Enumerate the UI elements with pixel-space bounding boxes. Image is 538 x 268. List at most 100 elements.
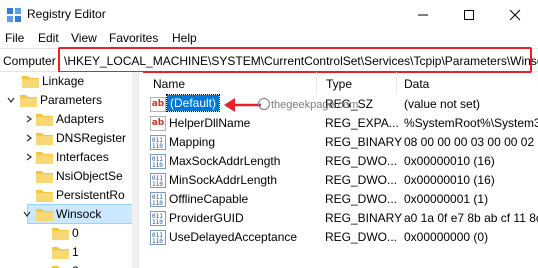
folder-icon [36, 133, 53, 145]
chevron-right-icon[interactable] [25, 153, 33, 161]
title-bar: Registry Editor [0, 0, 538, 30]
menu-file[interactable]: File [5, 31, 24, 45]
folder-icon [36, 114, 53, 126]
value-data: a0 1a 0f e7 8b ab cf 11 8c [404, 211, 538, 225]
tree-item-nsiobjectse[interactable]: NsiObjectSe [0, 166, 137, 186]
tree-item-label: Winsock [56, 207, 102, 221]
svg-text:110: 110 [152, 143, 163, 150]
binary-value-icon: 011110 [150, 154, 166, 169]
chevron-down-icon[interactable] [7, 96, 15, 104]
folder-icon [22, 76, 39, 88]
value-data: (value not set) [404, 97, 481, 111]
value-type: REG_BINARY [325, 135, 403, 149]
tree-item-label: Linkage [42, 74, 85, 88]
tree-item-label: Adapters [56, 112, 105, 126]
string-value-icon: ab [150, 116, 166, 131]
value-row-usedelayedacceptance[interactable]: 011 110 UseDelayedAcceptance REG_DWO... 0… [143, 228, 538, 247]
value-row-offlinecapable[interactable]: 011 110 OfflineCapable REG_DWO... 0x00000… [143, 190, 538, 209]
address-highlight-annotation [58, 47, 532, 73]
folder-icon [36, 152, 53, 164]
tree-item-interfaces[interactable]: Interfaces [0, 147, 137, 167]
menu-bar: File Edit View Favorites Help [0, 30, 538, 48]
value-data: 08 00 00 00 03 00 00 02 [404, 135, 535, 149]
watermark: thegeekpage.com [258, 98, 358, 111]
address-prefix: Computer [3, 54, 56, 68]
column-header-type[interactable]: Type [317, 72, 397, 94]
folder-icon [36, 171, 53, 183]
menu-view[interactable]: View [71, 31, 97, 45]
value-type: REG_DWO... [325, 173, 398, 187]
tree-item-label: Interfaces [56, 150, 109, 164]
binary-value-icon: 011110 [150, 173, 166, 188]
value-name: UseDelayedAcceptance [169, 230, 298, 244]
value-name: (Default) [165, 94, 221, 112]
registry-editor-icon [7, 8, 21, 22]
binary-value-icon: 011110 [150, 230, 166, 245]
folder-icon [52, 266, 69, 268]
tree-item-adapters[interactable]: Adapters [0, 109, 137, 129]
value-type: REG_DWO... [325, 230, 398, 244]
value-data: 0x00000010 (16) [404, 154, 495, 168]
svg-text:110: 110 [152, 162, 163, 169]
value-data: 0x00000010 (16) [404, 173, 495, 187]
tree-item-2[interactable]: 2 [0, 261, 137, 268]
minimize-button[interactable] [400, 0, 446, 30]
value-type: REG_DWO... [325, 192, 398, 206]
folder-open-icon [20, 95, 37, 107]
value-row-maxsockaddrlength[interactable]: 011 110 MaxSockAddrLength REG_DWO... 0x00… [143, 152, 538, 171]
tree-item-label: PersistentRo [56, 188, 125, 202]
binary-value-icon: 011110 [150, 192, 166, 207]
tree-item-persistentro[interactable]: PersistentRo [0, 185, 137, 205]
window-title: Registry Editor [27, 7, 106, 21]
tree-item-0[interactable]: 0 [0, 223, 137, 243]
tree-item-parameters[interactable]: Parameters [0, 90, 137, 110]
tree-item-label: 2 [72, 264, 79, 268]
maximize-button[interactable] [446, 0, 492, 30]
svg-text:110: 110 [152, 181, 163, 188]
column-header-name[interactable]: Name [143, 72, 317, 94]
column-header-data[interactable]: Data [397, 72, 538, 94]
minimize-icon [418, 14, 428, 16]
svg-text:110: 110 [152, 238, 163, 245]
tree-item-label: Parameters [40, 93, 103, 107]
value-row-helperdllname[interactable]: ab HelperDllName REG_EXPA... %SystemRoot… [143, 114, 538, 133]
binary-value-icon: 011110 [150, 135, 166, 150]
value-type: REG_BINARY [325, 211, 403, 225]
value-name: ProviderGUID [169, 211, 244, 225]
tree-item-label: 0 [72, 226, 79, 240]
watermark-text: thegeekpage.com [271, 99, 359, 111]
tree-item-linkage[interactable]: Linkage [0, 72, 137, 91]
value-name: OfflineCapable [169, 192, 249, 206]
binary-value-icon: 011110 [150, 211, 166, 226]
menu-edit[interactable]: Edit [38, 31, 59, 45]
tree-item-1[interactable]: 1 [0, 242, 137, 262]
value-row-mapping[interactable]: 011 110 Mapping REG_BINARY 08 00 00 00 03… [143, 133, 538, 152]
value-row-minsockaddrlength[interactable]: 011 110 MinSockAddrLength REG_DWO... 0x00… [143, 171, 538, 190]
value-data: 0x00000001 (1) [404, 192, 489, 206]
value-data: 0x00000000 (0) [404, 230, 489, 244]
value-name: HelperDllName [169, 116, 251, 130]
tree-item-winsock[interactable]: Winsock [0, 204, 137, 224]
svg-text:110: 110 [152, 200, 163, 207]
menu-favorites[interactable]: Favorites [109, 31, 158, 45]
string-value-icon: ab [150, 97, 166, 112]
value-row-providerguid[interactable]: 011 110 ProviderGUID REG_BINARY a0 1a 0f … [143, 209, 538, 228]
tree-item-label: 1 [72, 245, 79, 259]
close-button[interactable] [492, 0, 538, 30]
key-tree: Linkage Parameters Adapters DNSRegister … [0, 72, 137, 268]
chevron-right-icon[interactable] [25, 134, 33, 142]
value-name: MinSockAddrLength [169, 173, 278, 187]
folder-icon [52, 228, 69, 240]
maximize-icon [464, 10, 474, 20]
close-icon [509, 9, 521, 21]
value-data: %SystemRoot%\System32 [404, 116, 538, 130]
folder-icon [36, 190, 53, 202]
chevron-right-icon[interactable] [25, 115, 33, 123]
chevron-down-icon[interactable] [23, 210, 31, 218]
tree-item-dnsregister[interactable]: DNSRegister [0, 128, 137, 148]
menu-help[interactable]: Help [172, 31, 197, 45]
value-type: REG_EXPA... [325, 116, 399, 130]
value-name: MaxSockAddrLength [169, 154, 281, 168]
tree-item-label: NsiObjectSe [56, 169, 123, 183]
watermark-logo-icon [258, 98, 270, 110]
